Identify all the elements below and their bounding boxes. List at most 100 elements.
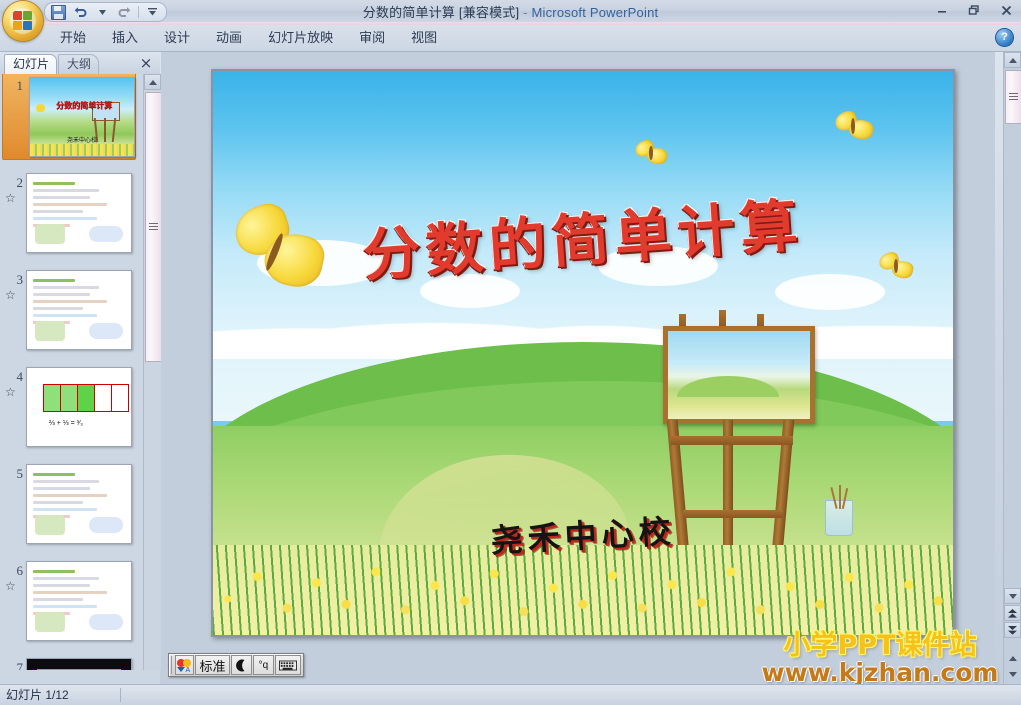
- slides-panel-tabs: 幻灯片 大纲 ×: [0, 52, 160, 75]
- scrollbar-grip-icon: [149, 223, 158, 230]
- double-chevron-up-icon: [1008, 608, 1017, 618]
- language-bar-grip-icon[interactable]: [171, 656, 175, 674]
- thumbnail-preview[interactable]: [26, 464, 132, 544]
- orb-quadrant-green: [23, 11, 32, 20]
- slide-thumbnail-6[interactable]: 6 ☆: [0, 559, 143, 656]
- undo-button[interactable]: [72, 5, 89, 20]
- next-slide-button[interactable]: [1004, 622, 1021, 638]
- cloud-shape: [775, 274, 886, 311]
- undo-dropdown[interactable]: [94, 5, 111, 20]
- tab-animations[interactable]: 动画: [203, 25, 255, 51]
- tab-slideshow[interactable]: 幻灯片放映: [255, 25, 346, 51]
- ime-language-bar[interactable]: A 标准 °q: [168, 653, 304, 677]
- animation-star-icon: ☆: [5, 385, 16, 399]
- thumbnail-number: 1: [16, 78, 24, 93]
- minimize-button[interactable]: [931, 1, 953, 19]
- thumbnail-preview[interactable]: [26, 270, 132, 350]
- tab-slides[interactable]: 幻灯片: [4, 54, 58, 74]
- half-moon-icon: [235, 659, 245, 671]
- easel-crossbar-upper: [671, 435, 793, 445]
- tab-design[interactable]: 设计: [151, 25, 203, 51]
- chevron-up-icon: [148, 79, 157, 85]
- svg-text:A: A: [186, 667, 191, 673]
- scroll-up-button-lower[interactable]: [1004, 650, 1021, 666]
- qat-divider: [138, 6, 139, 18]
- office-button[interactable]: [3, 1, 43, 41]
- thumbnail-scene: [27, 562, 131, 640]
- thumbnail-preview[interactable]: [26, 173, 132, 253]
- close-button[interactable]: [995, 1, 1017, 19]
- slide-canvas[interactable]: 分数的简单计算 尧禾中心校: [213, 71, 953, 635]
- ime-logo-button[interactable]: A: [175, 655, 195, 675]
- thumbnail-number: 2: [16, 175, 24, 190]
- thumbnail-preview[interactable]: [26, 658, 132, 670]
- tab-view[interactable]: 视图: [398, 25, 450, 51]
- ime-punctuation-button[interactable]: °q: [252, 655, 275, 675]
- chevron-up-icon: [1008, 655, 1017, 661]
- canvas-painting: [668, 330, 810, 419]
- thumbnail-preview[interactable]: [26, 561, 132, 641]
- chevron-down-icon: [1008, 671, 1017, 677]
- tab-insert[interactable]: 插入: [99, 25, 151, 51]
- thumbnail-subtitle-text: 尧禾中心校: [66, 138, 97, 144]
- status-divider: [120, 688, 121, 702]
- thumbnail-preview[interactable]: ⅔ + ⅓ = ³⁄₃: [26, 367, 132, 447]
- close-panel-icon[interactable]: ×: [137, 54, 155, 72]
- tab-outline[interactable]: 大纲: [58, 54, 100, 74]
- slides-panel-scrollbar[interactable]: [143, 74, 162, 670]
- office-orb-icon: [3, 1, 43, 41]
- ime-mode-button[interactable]: 标准: [195, 655, 230, 675]
- scroll-up-button[interactable]: [144, 74, 161, 90]
- slide-thumbnail-1[interactable]: 1 分数的简单计算 尧禾中心校: [0, 74, 143, 171]
- ribbon-tab-bar: 开始 插入 设计 动画 幻灯片放映 审阅 视图 ?: [0, 25, 1021, 52]
- thumbnail-scene: ⅔ + ⅓ = ³⁄₃: [27, 368, 131, 446]
- animation-star-icon: ☆: [5, 288, 16, 302]
- slide-counter: 幻灯片 1/12: [6, 688, 69, 702]
- slide-thumbnail-2[interactable]: 2 ☆: [0, 171, 143, 268]
- scroll-down-button-lower[interactable]: [1004, 666, 1021, 682]
- thumbnail-title-text: 分数的简单计算: [56, 101, 112, 110]
- redo-button[interactable]: [116, 5, 133, 20]
- powerpoint-window: 分数的简单计算 [兼容模式] - Microsoft PowerPoint 开始…: [0, 0, 1021, 705]
- customize-qat-button[interactable]: [144, 5, 161, 20]
- ime-logo-icon: A: [177, 658, 192, 673]
- chevron-up-icon: [1008, 57, 1017, 63]
- butterfly-icon: [832, 109, 875, 144]
- quick-access-toolbar: [44, 2, 167, 22]
- double-chevron-down-icon: [1008, 625, 1017, 635]
- scrollbar-grip-icon: [1009, 93, 1018, 100]
- thumbnail-scene: [27, 174, 131, 252]
- slide-area-scrollbar[interactable]: [1003, 52, 1021, 685]
- help-icon[interactable]: ?: [996, 29, 1013, 46]
- butterfly-icon: [877, 250, 915, 283]
- thumbnail-flowers: [30, 144, 134, 156]
- slide-thumbnail-7[interactable]: 7☆: [0, 656, 143, 670]
- thumbnail-scene: [27, 659, 131, 670]
- scroll-down-button[interactable]: [1004, 588, 1021, 604]
- thumbnail-number: 5: [16, 466, 24, 481]
- restore-button[interactable]: [963, 1, 985, 19]
- tab-home[interactable]: 开始: [47, 25, 99, 51]
- ime-shape-button[interactable]: [230, 655, 252, 675]
- thumbnail-preview[interactable]: 分数的简单计算 尧禾中心校: [29, 77, 135, 157]
- slide-thumbnail-4[interactable]: 4 ☆ ⅔ + ⅓ = ³⁄₃: [0, 365, 143, 462]
- ime-keyboard-button[interactable]: [275, 655, 302, 675]
- scroll-up-button[interactable]: [1004, 52, 1021, 68]
- previous-slide-button[interactable]: [1004, 605, 1021, 621]
- office-logo-icon: [10, 8, 36, 34]
- orb-quadrant-blue: [23, 21, 32, 30]
- easel-canvas: [663, 325, 815, 424]
- thumbnail-number: 4: [16, 369, 24, 384]
- scrollbar-thumb[interactable]: [145, 92, 162, 362]
- scrollbar-thumb[interactable]: [1005, 70, 1021, 124]
- title-separator: -: [523, 5, 528, 20]
- chevron-down-icon: [1008, 593, 1017, 599]
- slide-thumbnail-list[interactable]: 1分数的简单计算尧禾中心校2☆3☆4☆⅔ + ⅓ = ³⁄₃56☆7☆: [0, 74, 143, 670]
- slide-thumbnail-3[interactable]: 3 ☆: [0, 268, 143, 365]
- slide-thumbnail-5[interactable]: 5: [0, 462, 143, 559]
- save-button[interactable]: [50, 4, 67, 20]
- slide-editing-area: 分数的简单计算 尧禾中心校: [161, 52, 995, 685]
- thumbnail-scene: 分数的简单计算 尧禾中心校: [30, 78, 134, 156]
- tab-review[interactable]: 审阅: [346, 25, 398, 51]
- thumbnail-scene: [27, 465, 131, 543]
